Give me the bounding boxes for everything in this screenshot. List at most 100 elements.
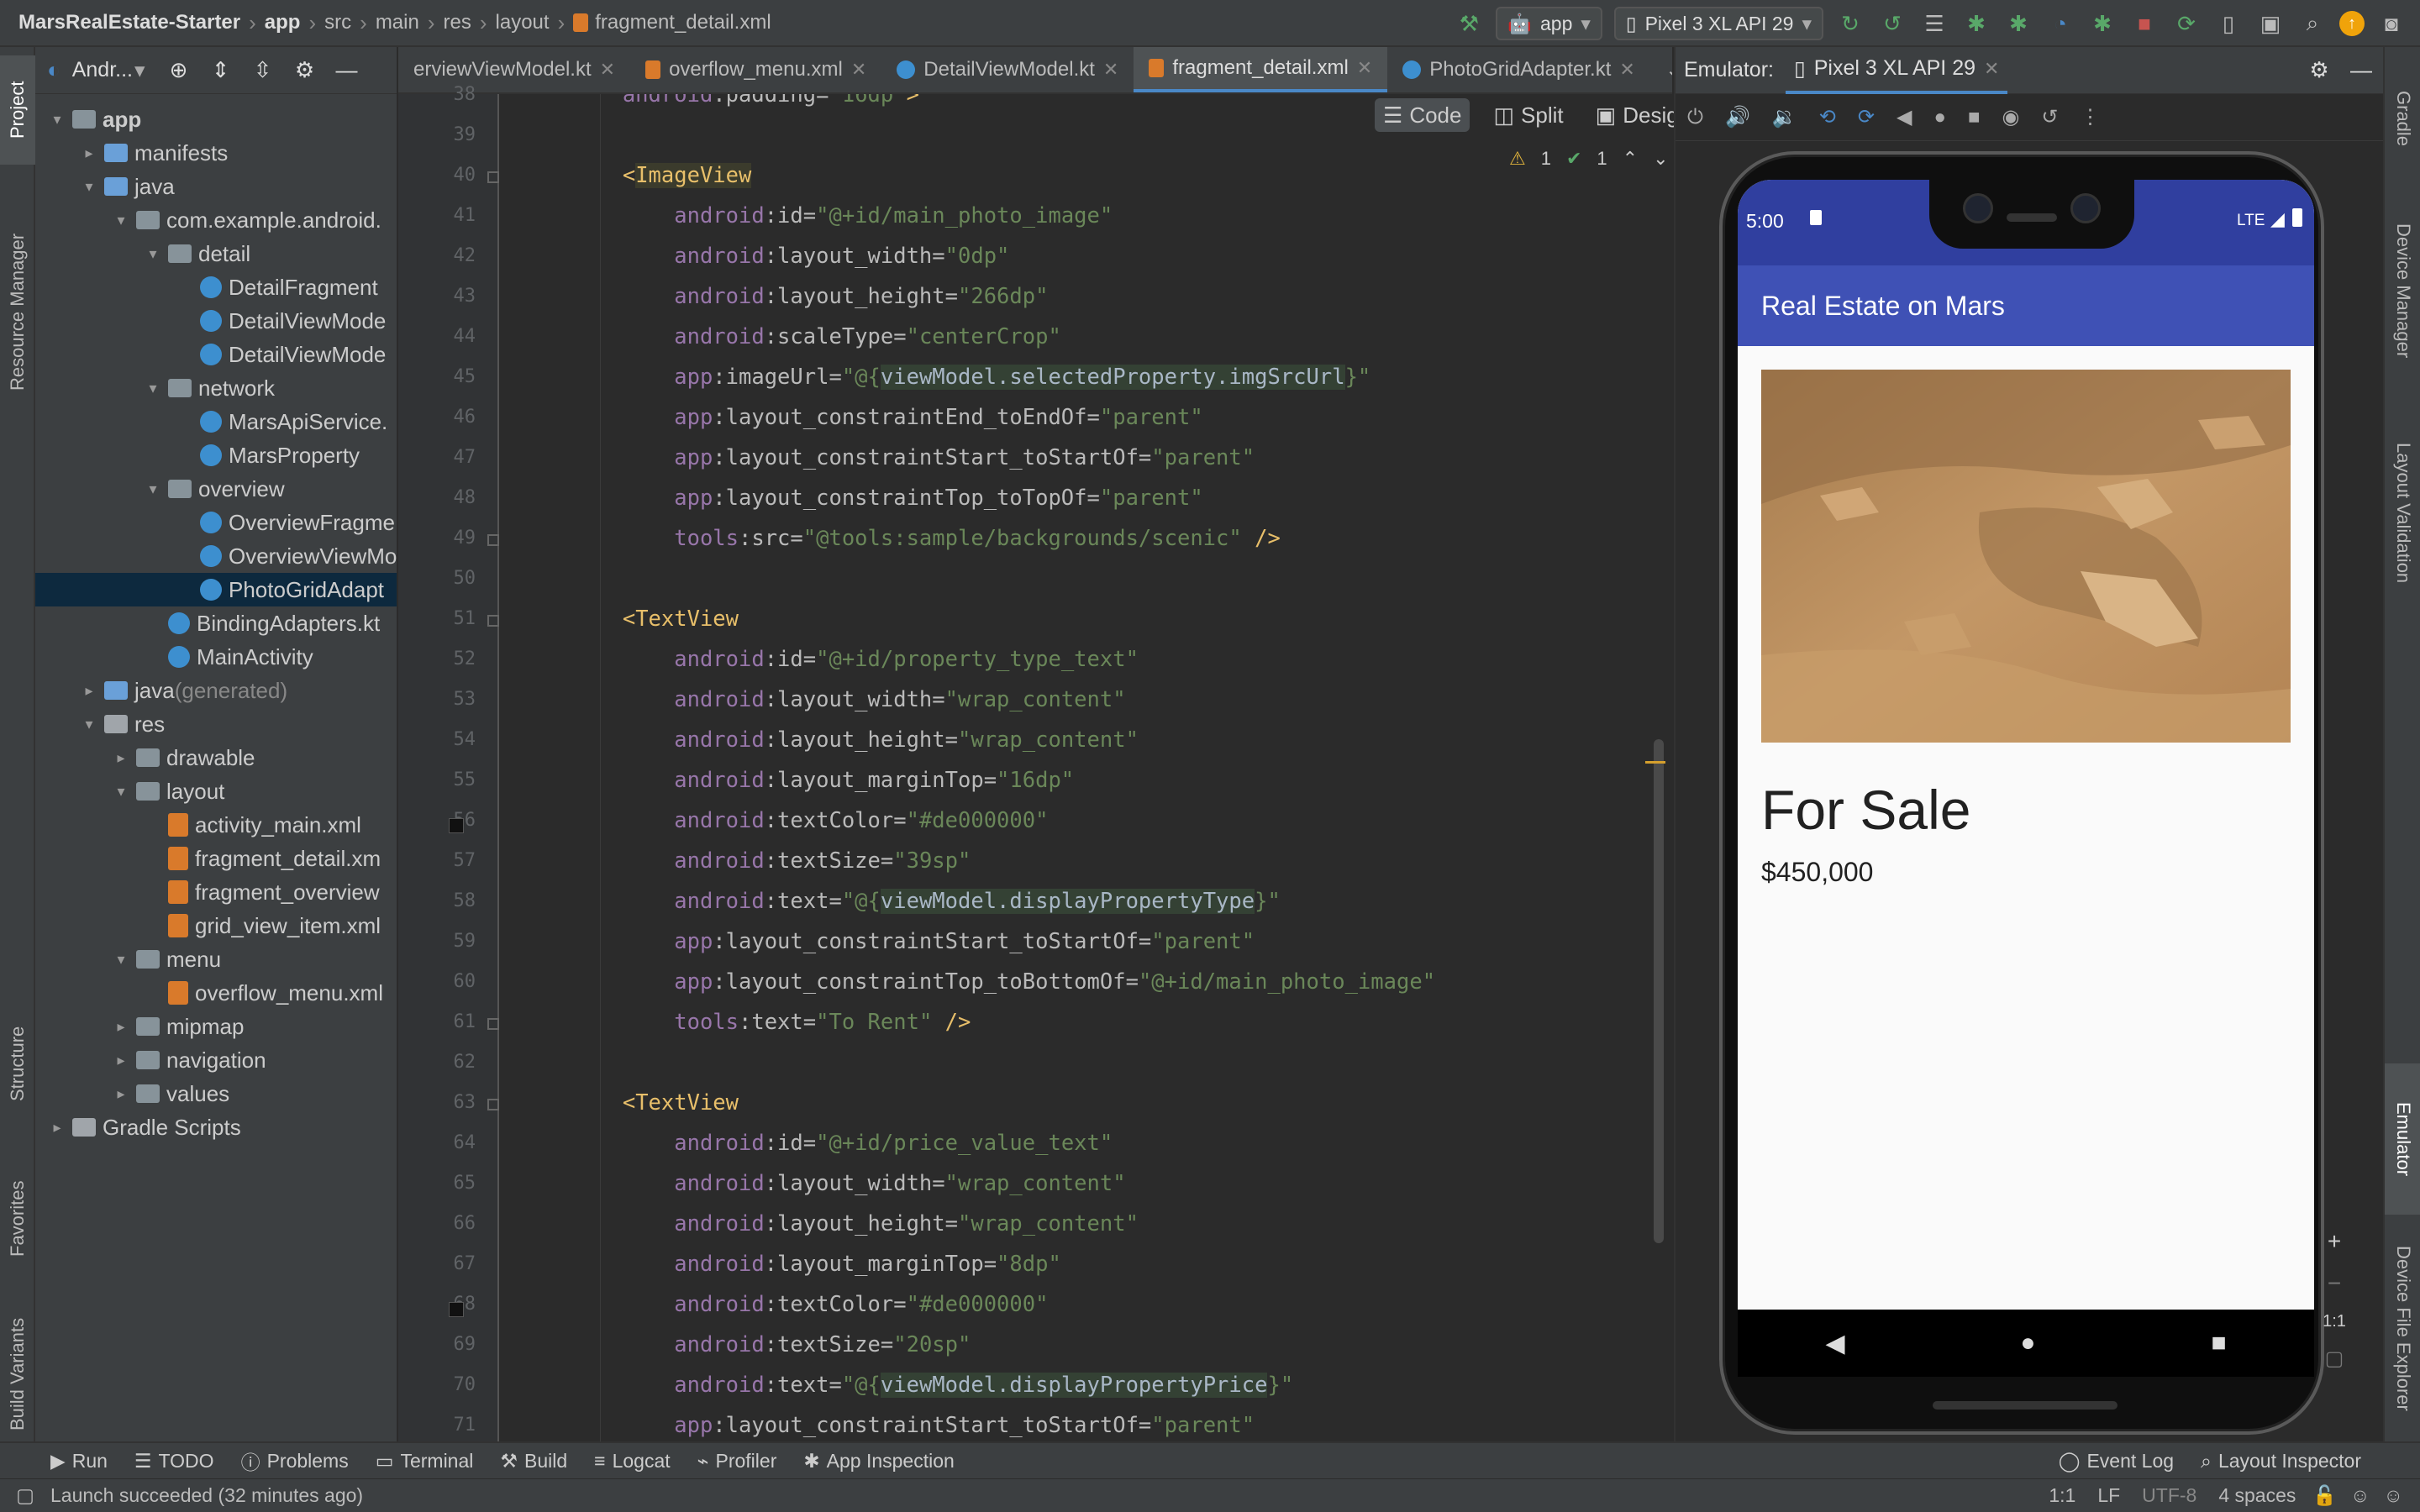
tree-item[interactable]: fragment_detail.xm	[35, 842, 397, 875]
chevron-down-icon[interactable]: ▾	[111, 212, 131, 229]
device-select[interactable]: ▯ Pixel 3 XL API 29 ▾	[1613, 7, 1823, 40]
code-line[interactable]: app:layout_constraintTop_toTopOf="parent…	[519, 486, 1202, 511]
tree-item[interactable]: BindingAdapters.kt	[35, 606, 397, 640]
run-config-select[interactable]: 🤖 app ▾	[1496, 7, 1602, 40]
layout-inspector-button[interactable]: ⌕ Layout Inspector	[2187, 1450, 2420, 1473]
close-icon[interactable]: ✕	[1984, 58, 1999, 80]
tree-item[interactable]: ▾ network	[35, 371, 397, 405]
volume-down-icon[interactable]: 🔉	[1772, 105, 1797, 129]
event-log-button[interactable]: ◯ Event Log	[2045, 1450, 2187, 1473]
tree-item[interactable]: ▾ detail	[35, 237, 397, 270]
overview-icon[interactable]: ■	[2211, 1329, 2226, 1357]
tree-item[interactable]: MarsApiService.	[35, 405, 397, 438]
hide-icon[interactable]: —	[332, 55, 362, 86]
zoom-actual-button[interactable]: 1:1	[2323, 1312, 2346, 1331]
sdk-manager-icon[interactable]: ▣	[2255, 8, 2286, 39]
chevron-down-icon[interactable]: ⌄	[1653, 148, 1668, 170]
color-swatch-icon[interactable]	[449, 818, 464, 833]
tree-item[interactable]: MainActivity	[35, 640, 397, 674]
device-manager-icon[interactable]: ▯	[2213, 8, 2244, 39]
chevron-down-icon[interactable]: ⌄	[1650, 47, 1672, 92]
back-icon[interactable]: ◀	[1897, 105, 1912, 129]
editor-tab[interactable]: overflow_menu.xml ✕	[630, 47, 881, 92]
tab-device-manager[interactable]: Device Manager	[2385, 181, 2420, 400]
power-icon[interactable]: ⏻	[1687, 106, 1703, 129]
code-mode-button[interactable]: ☰ Code	[1375, 98, 1470, 132]
chevron-down-icon[interactable]: ▾	[143, 380, 163, 397]
breadcrumb-res[interactable]: res	[444, 11, 471, 34]
tree-item[interactable]: ▸ mipmap	[35, 1010, 397, 1043]
rerun-icon[interactable]: ↻	[1835, 8, 1865, 39]
hammer-icon[interactable]: ⚒	[1454, 8, 1484, 39]
account-icon[interactable]: ◙	[2376, 8, 2407, 39]
code-line[interactable]: android:layout_height="wrap_content"	[519, 727, 1139, 753]
tree-item[interactable]: ▾ menu	[35, 942, 397, 976]
zoom-out-icon[interactable]: −	[2328, 1270, 2341, 1297]
scrollbar[interactable]	[1654, 739, 1664, 1243]
code-line[interactable]: tools:src="@tools:sample/backgrounds/sce…	[519, 526, 1281, 551]
device-screen[interactable]: 5:00 LTE ◢ Real Estate on Mars For Sale …	[1738, 180, 2314, 1310]
chevron-right-icon[interactable]: ▸	[47, 1119, 67, 1137]
chevron-right-icon[interactable]: ▸	[111, 749, 131, 767]
inspector-icon[interactable]: ☺	[2350, 1484, 2370, 1507]
tree-item[interactable]: ▾ layout	[35, 774, 397, 808]
split-mode-button[interactable]: ◫ Split	[1485, 98, 1571, 132]
code-line[interactable]: android:textColor="#de000000"	[519, 808, 1048, 833]
tree-item[interactable]: overflow_menu.xml	[35, 976, 397, 1010]
tree-item[interactable]: DetailViewMode	[35, 304, 397, 338]
fold-marker-icon[interactable]	[487, 171, 499, 183]
code-line[interactable]: <TextView	[519, 1090, 739, 1116]
cursor-position[interactable]: 1:1	[2049, 1484, 2075, 1507]
tree-item[interactable]: ▸ Gradle Scripts	[35, 1110, 397, 1144]
fold-marker-icon[interactable]	[487, 615, 499, 627]
zoom-fit-icon[interactable]: ▢	[2325, 1347, 2344, 1371]
tab-structure[interactable]: Structure	[0, 979, 35, 1147]
tree-item[interactable]: ▾ overview	[35, 472, 397, 506]
chevron-right-icon[interactable]: ▸	[79, 144, 99, 162]
tab-gradle[interactable]: Gradle	[2385, 64, 2420, 173]
tab-favorites[interactable]: Favorites	[0, 1139, 35, 1299]
back-icon[interactable]: ◀	[1825, 1329, 1844, 1358]
apply-changes-icon[interactable]: ↺	[1877, 8, 1907, 39]
tree-item[interactable]: OverviewFragme	[35, 506, 397, 539]
color-swatch-icon[interactable]	[449, 1302, 464, 1317]
code-line[interactable]: android:id="@+id/main_photo_image"	[519, 203, 1113, 228]
attach-debugger-icon[interactable]: ✱	[2003, 8, 2033, 39]
breadcrumb-src[interactable]: src	[324, 11, 351, 34]
editor-tab[interactable]: fragment_detail.xml ✕	[1134, 47, 1388, 92]
code-line[interactable]: android:textSize="39sp"	[519, 848, 971, 874]
list-icon[interactable]: ☰	[1919, 8, 1949, 39]
tree-item[interactable]: ▸ values	[35, 1077, 397, 1110]
tab-build-variants[interactable]: Build Variants	[0, 1290, 35, 1458]
indent-setting[interactable]: 4 spaces	[2218, 1484, 2296, 1507]
fold-marker-icon[interactable]	[487, 1099, 499, 1110]
close-icon[interactable]: ✕	[1619, 59, 1634, 81]
file-encoding[interactable]: UTF-8	[2142, 1484, 2196, 1507]
status-toggle-icon[interactable]: ▢	[0, 1484, 50, 1507]
code-line[interactable]: android:layout_height="266dp"	[519, 284, 1048, 309]
tab-device-file-explorer[interactable]: Device File Explorer	[2385, 1215, 2420, 1441]
tree-item[interactable]: ▾ app	[35, 102, 397, 136]
more-icon[interactable]: ⋮	[2081, 105, 2101, 129]
tree-item[interactable]: activity_main.xml	[35, 808, 397, 842]
chevron-down-icon[interactable]: ▾	[79, 178, 99, 196]
code-line[interactable]: android:id="@+id/property_type_text"	[519, 647, 1139, 672]
tree-item[interactable]: ▾ res	[35, 707, 397, 741]
chevron-right-icon[interactable]: ▸	[111, 1018, 131, 1036]
chevron-right-icon[interactable]: ▸	[111, 1052, 131, 1069]
todo-tool-button[interactable]: ☰ TODO	[121, 1450, 228, 1473]
code-line[interactable]: android:textColor="#de000000"	[519, 1292, 1048, 1317]
code-line[interactable]: android:textSize="20sp"	[519, 1332, 971, 1357]
code-line[interactable]: <ImageView	[519, 163, 752, 188]
overview-icon[interactable]: ■	[1968, 106, 1981, 129]
coverage-icon[interactable]: ✱	[2087, 8, 2118, 39]
rotate-left-icon[interactable]: ⟲	[1819, 105, 1836, 129]
tree-item[interactable]: DetailFragment	[35, 270, 397, 304]
code-line[interactable]: android:id="@+id/price_value_text"	[519, 1131, 1113, 1156]
tree-item[interactable]: grid_view_item.xml	[35, 909, 397, 942]
editor-tab[interactable]: PhotoGridAdapter.kt ✕	[1387, 47, 1650, 92]
profiler-tool-button[interactable]: ⌁ Profiler	[684, 1450, 791, 1473]
code-line[interactable]: android:layout_height="wrap_content"	[519, 1211, 1139, 1236]
code-line[interactable]: app:layout_constraintTop_toBottomOf="@+i…	[519, 969, 1435, 995]
tree-item[interactable]: ▾ java	[35, 170, 397, 203]
